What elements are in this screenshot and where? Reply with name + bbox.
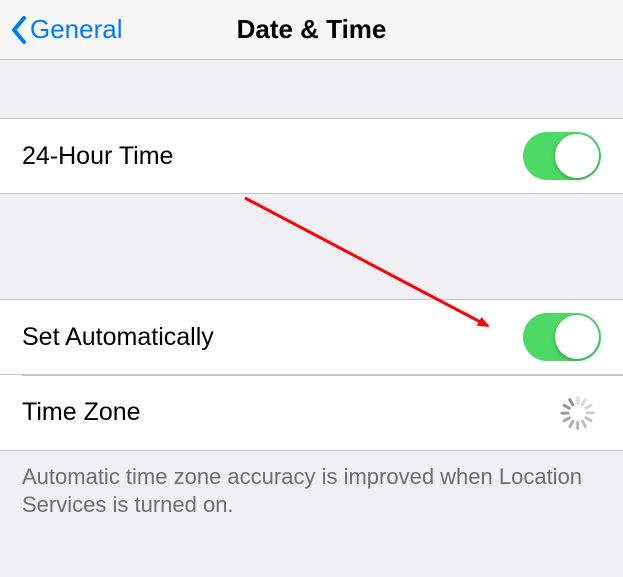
- toggle-knob: [555, 315, 599, 359]
- row-set-automatically: Set Automatically: [0, 299, 623, 375]
- group-spacer: [0, 60, 623, 118]
- back-button[interactable]: General: [0, 14, 123, 45]
- back-button-label: General: [30, 14, 123, 45]
- row-label: Set Automatically: [22, 323, 214, 352]
- loading-spinner-icon: [561, 396, 595, 430]
- chevron-left-icon: [10, 15, 28, 45]
- row-24-hour-time: 24-Hour Time: [0, 118, 623, 194]
- footer-note: Automatic time zone accuracy is improved…: [0, 451, 623, 519]
- toggle-24-hour-time[interactable]: [523, 132, 601, 180]
- toggle-set-automatically[interactable]: [523, 313, 601, 361]
- toggle-knob: [555, 134, 599, 178]
- row-time-zone[interactable]: Time Zone: [0, 375, 623, 451]
- nav-bar: General Date & Time: [0, 0, 623, 60]
- row-label: Time Zone: [22, 398, 141, 427]
- group-spacer: [0, 194, 623, 299]
- row-label: 24-Hour Time: [22, 142, 173, 171]
